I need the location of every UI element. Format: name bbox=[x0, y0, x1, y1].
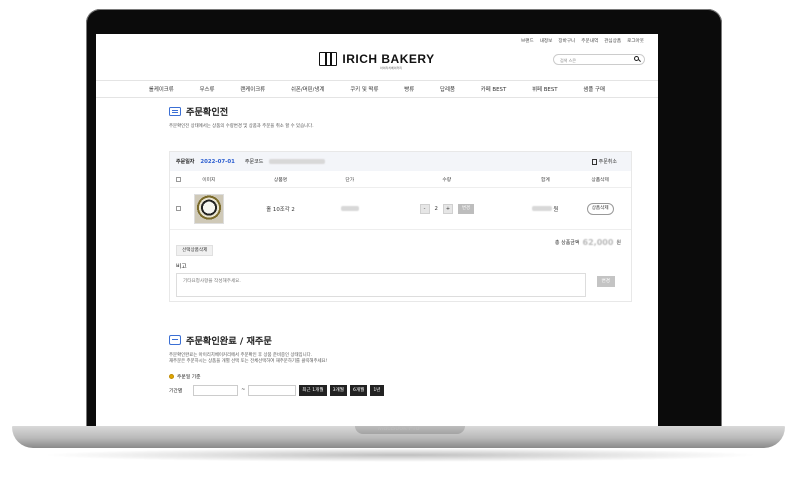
memo-textarea[interactable]: 기타요청사항을 작성해주세요. bbox=[176, 273, 586, 297]
stage: MacBook Pro 브랜드 내정보 장바구니 주문내역 관심상품 로그아웃 … bbox=[0, 0, 797, 488]
section2-title-text: 주문확인완료 / 재주문 bbox=[186, 336, 272, 347]
row-sum-redacted bbox=[532, 206, 553, 211]
util-link-brand[interactable]: 브랜드 bbox=[521, 38, 534, 44]
total-label: 총 상품금액 bbox=[554, 240, 580, 246]
nav-item-bread[interactable]: 빵류 bbox=[404, 85, 414, 93]
nav-item-sample[interactable]: 샘플 구매 bbox=[583, 85, 605, 93]
device-label: MacBook Pro bbox=[377, 425, 420, 432]
period-1year-button[interactable]: 1년 bbox=[370, 385, 384, 396]
order-date-basis-label: 주문일 기준 bbox=[177, 375, 201, 380]
trash-icon bbox=[591, 158, 597, 165]
util-link-cart[interactable]: 장바구니 bbox=[558, 38, 575, 44]
period-1month-button[interactable]: 최근 1개월 bbox=[299, 385, 327, 396]
nav-item-roll-cake[interactable]: 롤케이크류 bbox=[149, 85, 174, 93]
search-placeholder: 검색 스콘 bbox=[560, 57, 576, 63]
nav-item-buffet-best[interactable]: 뷔페 BEST bbox=[532, 85, 557, 93]
order-code-redacted bbox=[269, 159, 326, 164]
search-icon[interactable] bbox=[634, 56, 639, 61]
total-won: 원 bbox=[616, 240, 621, 246]
delete-selected-button[interactable]: 선택상품삭제 bbox=[176, 245, 214, 256]
delete-item-button[interactable]: 상품삭제 bbox=[586, 202, 614, 215]
browser-screen: 브랜드 내정보 장바구니 주문내역 관심상품 로그아웃 IRICH BAKERY… bbox=[96, 34, 658, 426]
bakery-logo-icon bbox=[319, 52, 338, 66]
cancel-order-button[interactable]: 주문취소 bbox=[591, 158, 617, 165]
radio-selected[interactable] bbox=[169, 374, 174, 379]
order-date-label: 주문일자 bbox=[176, 159, 195, 165]
col-sum: 합계 bbox=[540, 177, 550, 183]
search-input[interactable]: 검색 스콘 bbox=[553, 54, 645, 65]
util-link-orders[interactable]: 주문내역 bbox=[581, 38, 598, 44]
nav-item-mousse[interactable]: 무스류 bbox=[200, 85, 215, 93]
util-link-myinfo[interactable]: 내정보 bbox=[540, 38, 553, 44]
item-checkbox[interactable] bbox=[176, 206, 181, 211]
qty-change-button[interactable]: 변경 bbox=[457, 203, 475, 214]
utility-links: 브랜드 내정보 장바구니 주문내역 관심상품 로그아웃 bbox=[521, 38, 644, 44]
order-footer: 선택상품삭제 총 상품금액 62,000 원 비고 기타요청사항을 작성해주세요… bbox=[170, 230, 631, 301]
section2-desc2: 재주문은 주문하시는 상품을 개별 선택 또는 전체선택하여 재주문하기를 클릭… bbox=[169, 359, 328, 364]
main-content: 주문확인전 주문확인전 상태에서는 상품의 수량변경 및 상품과 주문을 취소 … bbox=[169, 98, 639, 396]
total-amount: 62,000 bbox=[582, 238, 614, 247]
nav-item-cake[interactable]: 랜케이크류 bbox=[240, 85, 265, 93]
section-desc: 주문확인전 상태에서는 상품의 수량변경 및 상품과 주문을 취소 할 수 있습… bbox=[169, 124, 314, 129]
section-title-text: 주문확인전 bbox=[186, 107, 229, 118]
period-filter: 기간별 ~ 최근 1개월 3개월 6개월 1년 bbox=[169, 385, 639, 396]
table-header: 이미지 상품명 단가 수량 합계 상품삭제 bbox=[170, 171, 631, 188]
start-date-input[interactable] bbox=[193, 385, 239, 396]
col-delete: 상품삭제 bbox=[591, 177, 609, 183]
nav-item-gift[interactable]: 답례품 bbox=[440, 85, 455, 93]
message-icon bbox=[169, 335, 181, 345]
qty-plus-button[interactable]: + bbox=[442, 203, 453, 214]
cancel-order-label: 주문취소 bbox=[598, 159, 617, 165]
period-6month-button[interactable]: 6개월 bbox=[349, 385, 368, 396]
memo-placeholder: 기타요청사항을 작성해주세요. bbox=[183, 279, 241, 284]
product-name[interactable]: 홀 10조각 2 bbox=[234, 205, 328, 213]
nav-item-cafe-best[interactable]: 카페 BEST bbox=[481, 85, 506, 93]
col-price: 단가 bbox=[345, 177, 355, 183]
product-image[interactable] bbox=[193, 193, 224, 224]
brand-name: IRICH BAKERY bbox=[342, 52, 435, 66]
order-total: 총 상품금액 62,000 원 bbox=[555, 238, 621, 247]
util-link-wishlist[interactable]: 관심상품 bbox=[604, 38, 621, 44]
section-title-pending: 주문확인전 bbox=[169, 104, 639, 118]
unit-price-redacted bbox=[340, 206, 359, 211]
util-link-logout[interactable]: 로그아웃 bbox=[627, 38, 644, 44]
memo-label: 비고 bbox=[176, 264, 187, 270]
order-card: 주문일자 2022-07-01 주문코드 주문취소 이미지 상품명 단가 수량 … bbox=[169, 151, 632, 302]
order-date: 2022-07-01 bbox=[200, 158, 235, 165]
col-qty: 수량 bbox=[442, 177, 452, 183]
range-tilde: ~ bbox=[241, 388, 246, 393]
qty-minus-button[interactable]: - bbox=[419, 203, 430, 214]
nav-item-cookie[interactable]: 쿠키 및 떡류 bbox=[350, 85, 378, 93]
nav-item-chiffon[interactable]: 쉬폰/머핀/냉계 bbox=[291, 85, 324, 93]
order-date-basis[interactable]: 주문일 기준 bbox=[169, 373, 639, 380]
qty-value[interactable]: 2 bbox=[435, 206, 438, 212]
row-sum-suffix: 원 bbox=[553, 206, 559, 213]
section-title-confirmed: 주문확인완료 / 재주문 bbox=[169, 333, 639, 347]
table-row: 홀 10조각 2 - 2 + 변경 원 상품삭제 bbox=[170, 188, 631, 230]
main-nav: 롤케이크류 무스류 랜케이크류 쉬폰/머핀/냉계 쿠키 및 떡류 빵류 답례품 … bbox=[96, 80, 658, 98]
period-label: 기간별 bbox=[169, 389, 183, 394]
quantity-stepper: - 2 + 변경 bbox=[419, 203, 475, 214]
memo-change-button[interactable]: 변경 bbox=[596, 276, 615, 287]
laptop-shadow bbox=[40, 448, 760, 462]
col-image: 이미지 bbox=[202, 177, 216, 183]
col-name: 상품명 bbox=[273, 177, 288, 183]
order-code-label: 주문코드 bbox=[244, 159, 264, 165]
select-all-checkbox[interactable] bbox=[176, 176, 181, 182]
document-icon bbox=[169, 106, 181, 116]
period-3month-button[interactable]: 3개월 bbox=[329, 385, 347, 396]
brand-subtitle: 아이리치베이커리 bbox=[379, 66, 403, 70]
order-header: 주문일자 2022-07-01 주문코드 주문취소 bbox=[170, 152, 631, 171]
end-date-input[interactable] bbox=[248, 385, 297, 396]
